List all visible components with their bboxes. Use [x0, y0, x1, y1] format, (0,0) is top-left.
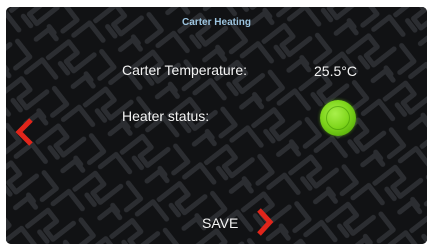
- save-button[interactable]: SAVE: [198, 207, 276, 237]
- carter-temperature-label: Carter Temperature:: [122, 62, 248, 78]
- heater-status-indicator[interactable]: [320, 100, 356, 136]
- screen: Carter Heating Carter Temperature: 25.5°…: [6, 7, 427, 244]
- chevron-right-icon: [257, 208, 274, 236]
- save-button-label: SAVE: [202, 215, 239, 231]
- heater-status-label: Heater status:: [122, 108, 210, 124]
- back-button[interactable]: [15, 117, 35, 147]
- carter-temperature-value: 25.5°C: [314, 63, 357, 79]
- chevron-left-icon: [15, 118, 33, 146]
- heater-status-indicator-ring: [326, 106, 350, 130]
- page-title: Carter Heating: [182, 17, 251, 28]
